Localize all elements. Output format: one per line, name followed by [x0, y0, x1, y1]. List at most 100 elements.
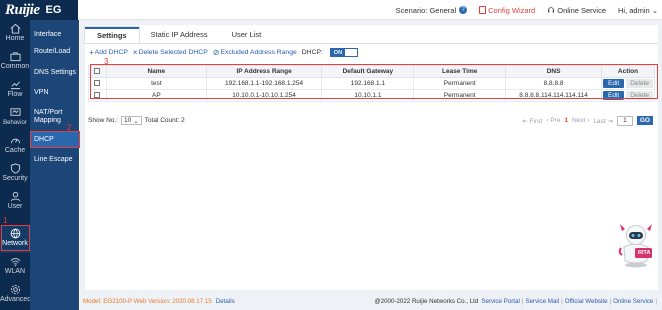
row-select-cell: [88, 89, 107, 102]
nav-home[interactable]: Home: [0, 20, 30, 48]
row-checkbox[interactable]: [94, 92, 101, 99]
submenu-dns-settings[interactable]: DNS Settings: [30, 69, 79, 77]
dhcp-table: Name IP Address Range Default Gateway Le…: [88, 65, 655, 102]
official-website-link[interactable]: Official Website: [565, 298, 608, 305]
service-portal-link[interactable]: Service Portal: [481, 298, 520, 305]
column-header-ip-range: IP Address Range: [205, 65, 323, 78]
add-dhcp-button[interactable]: + Add DHCP: [89, 48, 128, 57]
robot-icon: [618, 224, 652, 268]
cell-gateway: 192.168.1.1: [321, 77, 415, 90]
last-page-label: Last: [593, 117, 606, 125]
tab-divider: [85, 43, 658, 44]
go-button[interactable]: GO: [636, 116, 653, 125]
column-header-dns: DNS: [505, 65, 603, 78]
step1-number: 1: [3, 216, 8, 225]
wifi-icon: [10, 258, 20, 267]
prev-page-link[interactable]: ‹ Pre: [546, 117, 560, 124]
submenu-interface[interactable]: Interface: [30, 31, 79, 39]
nav-wlan-label: WLAN: [4, 268, 26, 275]
nav-advanced[interactable]: Advanced: [0, 281, 32, 309]
nav-cache[interactable]: Cache: [0, 132, 30, 160]
separator: |: [561, 298, 563, 305]
user-menu[interactable]: Hi, admin ⌄: [618, 6, 658, 15]
brand[interactable]: Ruijie EG: [0, 0, 78, 20]
nav-common[interactable]: Common: [0, 48, 30, 76]
table-row: AP 10.10.0.1-10.10.1.254 10.10.1.1 Perma…: [88, 89, 655, 102]
cell-gateway: 10.10.1.1: [321, 89, 415, 102]
nav-home-label: Home: [5, 35, 25, 42]
column-header-action: Action: [601, 65, 655, 78]
shield-icon: [10, 163, 20, 174]
column-header-name: Name: [105, 65, 207, 78]
online-service-footer-link[interactable]: Online Service: [613, 298, 653, 305]
product-name: EG: [45, 4, 62, 16]
first-page-link[interactable]: ⇤ First: [522, 117, 542, 125]
page-number-input[interactable]: 1: [616, 115, 633, 126]
excluded-address-range-button[interactable]: ⊘ Excluded Address Range: [213, 48, 297, 57]
tab-settings[interactable]: Settings: [85, 27, 139, 43]
step2-number: 2: [67, 123, 72, 132]
user-icon: [10, 191, 20, 202]
headset-icon: [548, 7, 555, 13]
home-icon: [10, 23, 20, 34]
details-link[interactable]: Details: [216, 298, 235, 305]
current-page: 1: [564, 117, 568, 124]
tab-user-list[interactable]: User List: [220, 27, 274, 43]
nav-flow[interactable]: Flow: [0, 76, 30, 104]
ban-icon: ⊘: [212, 48, 220, 57]
nav-advanced-label: Advanced: [0, 296, 32, 303]
wizard-icon: [479, 6, 487, 14]
ruijie-logo: Ruijie: [5, 1, 40, 18]
scenario-selector[interactable]: Scenario: General ?: [395, 5, 468, 15]
network-submenu: Interface Route/Load DNS Settings VPN NA…: [30, 20, 79, 310]
dhcp-panel: Settings Static IP Address User List + A…: [85, 25, 658, 290]
submenu-vpn[interactable]: VPN: [30, 89, 79, 97]
nav-wlan[interactable]: WLAN: [0, 253, 30, 281]
submenu-line-escape[interactable]: Line Escape: [30, 156, 79, 164]
cell-action: Edit Delete: [601, 77, 655, 90]
last-page-link[interactable]: Last ⇥: [593, 117, 613, 125]
edit-button[interactable]: Edit: [603, 79, 625, 88]
delete-button[interactable]: Delete: [626, 91, 653, 100]
scenario-label: Scenario: General: [395, 5, 457, 15]
edit-button[interactable]: Edit: [603, 91, 625, 100]
step1-highlight: [1, 225, 30, 251]
cell-lease: Permanent: [413, 77, 507, 90]
nav-user[interactable]: User: [0, 188, 30, 216]
column-header-gateway: Default Gateway: [321, 65, 415, 78]
row-checkbox[interactable]: [94, 80, 101, 87]
cell-name: test: [105, 77, 207, 90]
toolbar: + Add DHCP × Delete Selected DHCP ⊘ Excl…: [89, 47, 358, 58]
user-greeting: Hi, admin: [618, 5, 650, 15]
cell-name: AP: [105, 89, 207, 102]
top-right-menu: Scenario: General ? Config Wizard Online…: [396, 0, 658, 20]
online-service-link[interactable]: Online Service: [547, 6, 606, 15]
flow-icon: [10, 81, 20, 90]
question-circle-icon[interactable]: ?: [459, 6, 468, 14]
separator: |: [609, 298, 612, 305]
nav-behavior[interactable]: Behavior: [0, 104, 30, 132]
delete-selected-label: Delete Selected DHCP: [138, 49, 208, 56]
delete-button[interactable]: Delete: [626, 79, 653, 88]
rita-assistant[interactable]: RITA: [616, 221, 656, 269]
dhcp-toggle[interactable]: ON: [329, 48, 358, 57]
next-page-link[interactable]: Next ›: [572, 117, 589, 124]
service-mail-link[interactable]: Service Mail: [525, 298, 559, 305]
robot-label: RITA: [638, 250, 651, 256]
page-size-select[interactable]: 10 ⌄: [121, 116, 142, 125]
delete-selected-dhcp-button[interactable]: × Delete Selected DHCP: [133, 48, 208, 57]
nav-security[interactable]: Security: [0, 160, 30, 188]
submenu-route-load[interactable]: Route/Load: [30, 48, 79, 56]
pagination-bar: Show No.: 10 ⌄ Total Count: 2 ⇤ First ‹ …: [88, 114, 655, 127]
submenu-nat-port-mapping[interactable]: NAT/Port Mapping: [30, 109, 79, 125]
tab-static-ip-address[interactable]: Static IP Address: [139, 27, 220, 43]
config-wizard-label: Config Wizard: [488, 5, 536, 15]
excluded-range-label: Excluded Address Range: [220, 49, 297, 56]
select-all-checkbox[interactable]: [94, 68, 101, 75]
online-service-label: Online Service: [557, 5, 607, 15]
behavior-icon: [9, 108, 21, 116]
row-select-cell: [88, 77, 107, 90]
config-wizard-link[interactable]: Config Wizard: [479, 6, 535, 15]
dhcp-switch-label: DHCP:: [301, 49, 323, 56]
add-dhcp-label: Add DHCP: [94, 49, 128, 56]
